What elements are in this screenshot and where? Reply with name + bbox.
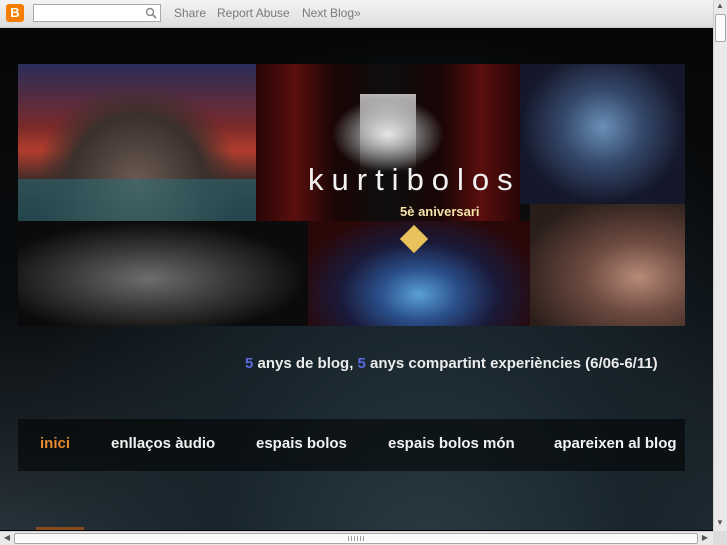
blog-page: kurtibolos 5è aniversari 5 anys de blog,…	[0, 28, 713, 530]
scroll-down-icon[interactable]: ▼	[714, 517, 726, 529]
tab-espais-bolos[interactable]: espais bolos	[256, 435, 347, 452]
scroll-up-icon[interactable]: ▲	[714, 0, 726, 12]
ensemble-stage-photo	[18, 221, 308, 326]
header-banner[interactable]: kurtibolos 5è aniversari	[18, 64, 685, 326]
blogger-navbar: B Share Report Abuse Next Blog»	[0, 0, 713, 28]
band-performance-photo	[520, 64, 685, 204]
blog-title: kurtibolos	[308, 162, 521, 197]
tab-inici[interactable]: inici	[40, 435, 70, 452]
tab-espais-bolos-mon[interactable]: espais bolos món	[388, 435, 515, 452]
blog-tagline: 5 anys de blog, 5 anys compartint experi…	[245, 355, 658, 372]
concert-crowd-photo	[18, 64, 256, 221]
blue-stage-photo	[308, 221, 530, 326]
horizontal-scrollbar[interactable]: ◀ ▶	[0, 531, 713, 545]
report-abuse-link[interactable]: Report Abuse	[217, 6, 290, 20]
blog-subtitle: 5è aniversari	[400, 204, 480, 219]
scrollbar-corner	[713, 531, 727, 545]
blogger-logo-icon[interactable]: B	[6, 4, 24, 22]
share-link[interactable]: Share	[174, 6, 206, 20]
scroll-left-icon[interactable]: ◀	[1, 532, 13, 544]
next-blog-link[interactable]: Next Blog»	[302, 6, 361, 20]
search-icon[interactable]	[145, 7, 157, 19]
vertical-scrollbar[interactable]: ▲ ▼	[713, 0, 727, 531]
horizontal-scroll-thumb[interactable]	[14, 533, 698, 544]
vertical-scroll-thumb[interactable]	[715, 14, 726, 42]
search-input[interactable]	[33, 4, 161, 22]
tab-enllacos-audio[interactable]: enllaços àudio	[111, 435, 215, 452]
scroll-right-icon[interactable]: ▶	[699, 532, 711, 544]
content-accent	[36, 527, 84, 530]
tagline-text: anys de blog,	[253, 355, 358, 372]
rehearsal-room-photo	[530, 204, 685, 326]
tagline-text: anys compartint experiències (6/06-6/11)	[365, 355, 658, 372]
tab-apareixen-al-blog[interactable]: apareixen al blog	[554, 435, 677, 452]
tagline-number: 5	[357, 355, 366, 372]
page-tabs: inici enllaços àudio espais bolos espais…	[18, 419, 685, 471]
